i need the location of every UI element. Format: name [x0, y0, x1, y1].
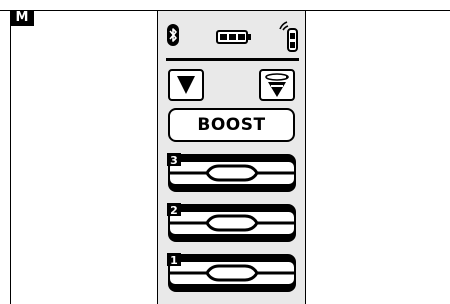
level-3-graphic: 3	[167, 153, 296, 192]
remote-display: BOOST 3 2 1	[157, 11, 306, 304]
level-1-number: 1	[170, 254, 178, 267]
level-1-button[interactable]: 1	[167, 253, 297, 293]
boost-label: BOOST	[197, 115, 266, 135]
level-2-graphic: 2	[167, 203, 296, 242]
remote-signal-icon	[279, 21, 298, 52]
level-2-button[interactable]: 2	[167, 203, 297, 243]
level-3-number: 3	[170, 154, 178, 167]
level-1-graphic: 1	[167, 253, 296, 292]
boost-button[interactable]: BOOST	[168, 108, 295, 142]
status-bar	[166, 19, 299, 55]
filter-rotate-button[interactable]	[259, 69, 295, 101]
status-divider	[166, 58, 299, 61]
filter-down-button[interactable]	[168, 69, 204, 101]
manual-figure: M BOOST 3 2 1	[0, 0, 450, 304]
figure-left-border	[10, 10, 11, 304]
figure-label-badge: M	[10, 10, 34, 26]
level-2-number: 2	[170, 204, 178, 217]
filter-down-icon	[177, 76, 195, 94]
battery-icon	[216, 30, 251, 44]
bluetooth-icon	[167, 24, 179, 46]
filter-rotate-icon	[265, 73, 289, 97]
level-3-button[interactable]: 3	[167, 153, 297, 193]
